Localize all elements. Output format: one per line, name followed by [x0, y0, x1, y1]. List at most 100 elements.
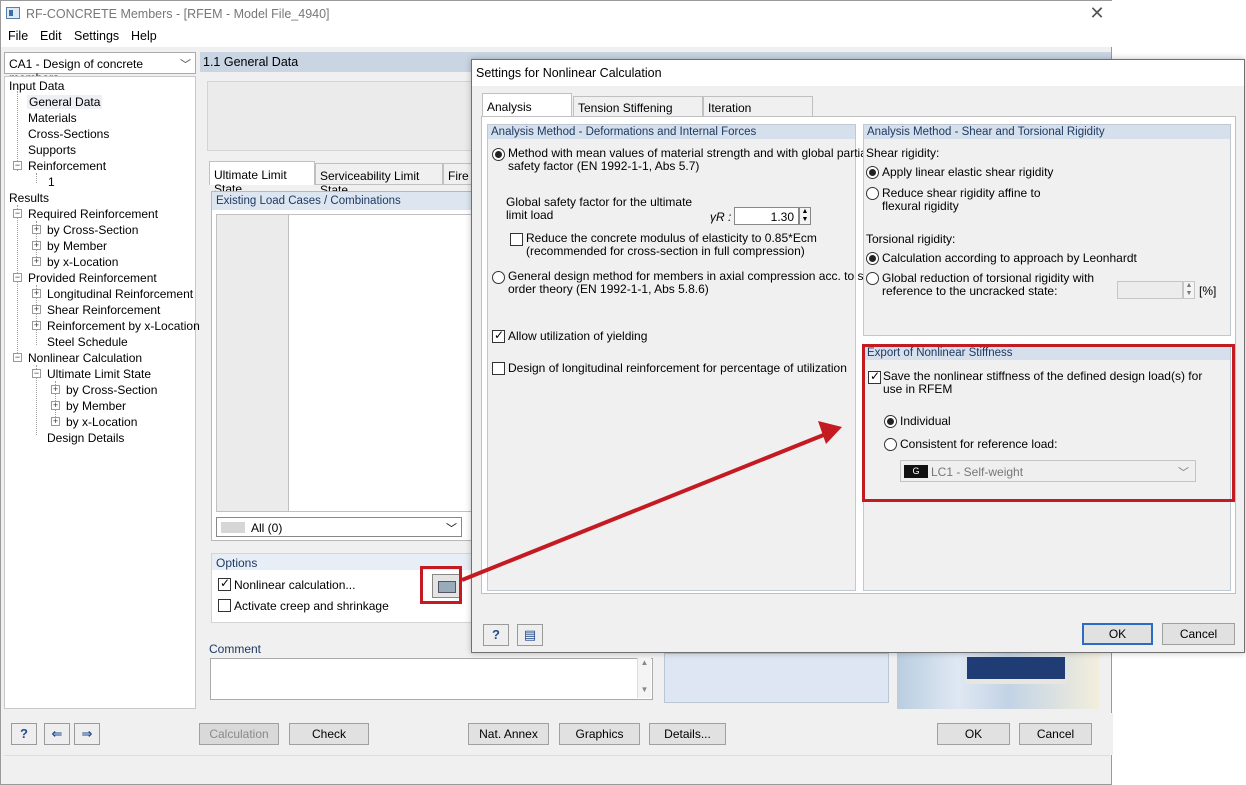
tab-analysis-method[interactable]: Analysis Method: [482, 93, 572, 128]
color-swatch: [221, 522, 245, 533]
tree-ultimate-limit-state[interactable]: Ultimate Limit State: [47, 367, 151, 381]
tree-required-reinforcement[interactable]: Required Reinforcement: [28, 207, 158, 221]
expand-icon[interactable]: +: [51, 417, 60, 426]
cancel-button[interactable]: Cancel: [1019, 723, 1092, 745]
tab-serviceability-limit-state[interactable]: Serviceability Limit State: [315, 163, 443, 197]
torsional-rigidity-label: Torsional rigidity:: [866, 232, 956, 246]
menu-help[interactable]: Help: [131, 29, 157, 43]
safety-factor-spinner[interactable]: ▲ ▼: [799, 207, 811, 225]
linear-shear-radio[interactable]: [866, 166, 879, 179]
tree-reinforcement-1[interactable]: 1: [48, 175, 55, 189]
allow-yielding-checkbox[interactable]: [492, 328, 505, 343]
tab-iteration-parameters[interactable]: Iteration Parameters: [703, 96, 813, 129]
dialog-ok-button[interactable]: OK: [1082, 623, 1153, 645]
help-icon[interactable]: ?: [483, 624, 509, 646]
creep-shrinkage-label: Activate creep and shrinkage: [234, 599, 389, 613]
collapse-icon[interactable]: −: [13, 161, 22, 170]
expand-icon[interactable]: +: [51, 385, 60, 394]
load-filter-select[interactable]: All (0) ﹀: [216, 517, 462, 537]
nonlinear-calc-checkbox[interactable]: [218, 576, 231, 591]
tab-tension-stiffening[interactable]: Tension Stiffening Effect: [573, 96, 703, 129]
group-title: Analysis Method - Deformations and Inter…: [491, 126, 757, 138]
dialog-cancel-button[interactable]: Cancel: [1162, 623, 1235, 645]
menu-edit[interactable]: Edit: [40, 29, 62, 43]
tree-longitudinal-reinforcement[interactable]: Longitudinal Reinforcement: [47, 287, 193, 301]
global-reduction-radio[interactable]: [866, 272, 879, 285]
export-icon[interactable]: ⇒: [74, 723, 100, 745]
expand-icon[interactable]: +: [32, 257, 41, 266]
bottom-toolbar: ? ⇐ ⇒ Calculation Check Nat. Annex Graph…: [1, 713, 1113, 755]
tree-design-details[interactable]: Design Details: [47, 431, 124, 445]
safety-factor-label-2: limit load: [506, 208, 554, 222]
nat-annex-button[interactable]: Nat. Annex: [468, 723, 549, 745]
help-icon[interactable]: ?: [11, 723, 37, 745]
tree-uls-by-x-location[interactable]: by x-Location: [66, 415, 137, 429]
percent-unit-label: [%]: [1199, 284, 1217, 298]
torsion-reduction-input[interactable]: [1117, 281, 1183, 299]
menu-bar: File Edit Settings Help: [1, 27, 1113, 47]
tree-req-by-cross-section[interactable]: by Cross-Section: [47, 223, 138, 237]
expand-icon[interactable]: +: [32, 321, 41, 330]
collapse-icon[interactable]: −: [13, 353, 22, 362]
tree-uls-by-cross-section[interactable]: by Cross-Section: [66, 383, 157, 397]
menu-file[interactable]: File: [8, 29, 28, 43]
tab-ultimate-limit-state[interactable]: Ultimate Limit State: [209, 161, 315, 196]
method-mean-values-label-2: safety factor (EN 1992-1-1, Abs 5.7): [508, 159, 700, 173]
dialog-title-bar: Settings for Nonlinear Calculation: [472, 60, 1244, 86]
tree-results[interactable]: Results: [9, 191, 49, 205]
tree-reinforcement[interactable]: Reinforcement: [28, 159, 106, 173]
reduce-shear-radio[interactable]: [866, 187, 879, 200]
tree-uls-by-member[interactable]: by Member: [66, 399, 126, 413]
right-panel: [664, 653, 889, 703]
tree-reinforcement-by-x-location[interactable]: Reinforcement by x-Location: [47, 319, 200, 333]
ok-button[interactable]: OK: [937, 723, 1010, 745]
details-button[interactable]: Details...: [649, 723, 726, 745]
torsion-reduction-spinner[interactable]: ▲ ▼: [1183, 281, 1195, 299]
tree-materials[interactable]: Materials: [28, 111, 77, 125]
expand-icon[interactable]: +: [32, 305, 41, 314]
collapse-icon[interactable]: −: [13, 273, 22, 282]
leonhardt-radio[interactable]: [866, 252, 879, 265]
allow-yielding-label: Allow utilization of yielding: [508, 329, 648, 343]
tree-nonlinear-calculation[interactable]: Nonlinear Calculation: [28, 351, 142, 365]
navigator-tree: Input Data General Data Materials Cross-…: [4, 76, 200, 709]
close-icon[interactable]: ✕: [1087, 3, 1107, 23]
creep-shrinkage-checkbox[interactable]: [218, 599, 231, 612]
method-mean-values-radio[interactable]: [492, 148, 505, 161]
comment-input[interactable]: [210, 658, 653, 700]
general-method-label: General design method for members in axi…: [508, 269, 897, 283]
safety-factor-input[interactable]: 1.30: [734, 207, 799, 225]
import-icon[interactable]: ⇐: [44, 723, 70, 745]
leonhardt-label: Calculation according to approach by Leo…: [882, 251, 1137, 265]
dialog-body: Analysis Method - Deformations and Inter…: [481, 116, 1236, 594]
reduce-modulus-checkbox[interactable]: [510, 233, 523, 246]
tree-input-data[interactable]: Input Data: [9, 79, 64, 93]
tree-provided-reinforcement[interactable]: Provided Reinforcement: [28, 271, 157, 285]
collapse-icon[interactable]: −: [13, 209, 22, 218]
tree-general-data[interactable]: General Data: [27, 95, 103, 109]
check-button[interactable]: Check: [289, 723, 369, 745]
graphics-button[interactable]: Graphics: [559, 723, 640, 745]
dialog-title: Settings for Nonlinear Calculation: [476, 66, 662, 80]
tree-shear-reinforcement[interactable]: Shear Reinforcement: [47, 303, 160, 317]
load-filter-value: All (0): [251, 521, 283, 535]
expand-icon[interactable]: +: [32, 241, 41, 250]
tree-req-by-member[interactable]: by Member: [47, 239, 107, 253]
calculation-button[interactable]: Calculation: [199, 723, 279, 745]
expand-icon[interactable]: +: [51, 401, 60, 410]
expand-icon[interactable]: +: [32, 289, 41, 298]
tree-supports[interactable]: Supports: [28, 143, 76, 157]
general-method-radio[interactable]: [492, 271, 505, 284]
load-cases-list[interactable]: [216, 214, 474, 512]
tree-cross-sections[interactable]: Cross-Sections: [28, 127, 109, 141]
tree-req-by-x-location[interactable]: by x-Location: [47, 255, 118, 269]
comment-scrollbar[interactable]: ▲ ▼: [637, 658, 651, 698]
collapse-icon[interactable]: −: [32, 369, 41, 378]
expand-icon[interactable]: +: [32, 225, 41, 234]
case-select[interactable]: CA1 - Design of concrete members ﹀: [4, 52, 196, 85]
menu-settings[interactable]: Settings: [74, 29, 119, 43]
units-icon[interactable]: ▤: [517, 624, 543, 646]
design-longitudinal-checkbox[interactable]: [492, 362, 505, 375]
window-title: RF-CONCRETE Members - [RFEM - Model File…: [26, 7, 330, 21]
tree-steel-schedule[interactable]: Steel Schedule: [47, 335, 128, 349]
